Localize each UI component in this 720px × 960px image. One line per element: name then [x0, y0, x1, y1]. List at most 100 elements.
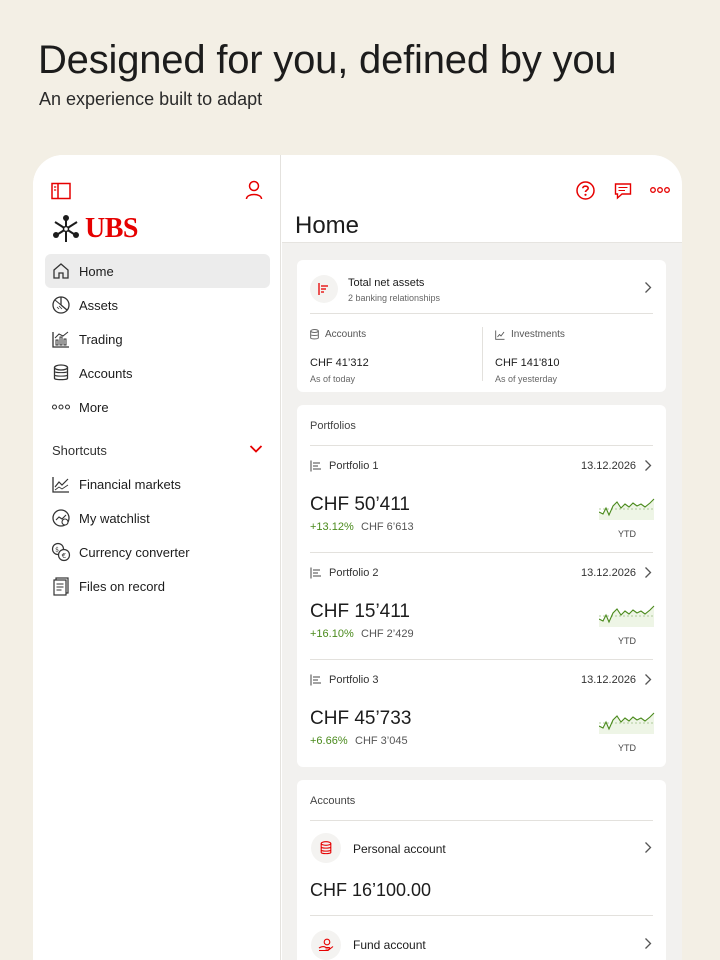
database-icon [310, 329, 319, 340]
svg-text:$: $ [55, 547, 59, 554]
chevron-right-icon[interactable] [644, 459, 652, 472]
shortcut-my-watchlist[interactable]: My watchlist [45, 501, 270, 535]
chevron-right-icon[interactable] [644, 673, 652, 686]
fund-icon [311, 930, 341, 960]
portfolio-performance-pct: +6.66% [310, 735, 348, 747]
shortcut-currency-converter[interactable]: € $ Currency converter [45, 535, 270, 569]
sidebar-item-assets[interactable]: Assets [45, 288, 270, 322]
divider [310, 820, 653, 821]
chevron-right-icon[interactable] [644, 566, 652, 579]
investments-as-of: As of yesterday [495, 374, 558, 384]
files-icon [53, 577, 69, 596]
shortcut-label: Files on record [79, 578, 165, 594]
tablet-frame: UBS Home Assets Trading Accounts More Sh… [33, 155, 682, 960]
help-icon[interactable] [576, 181, 595, 200]
sidebar-item-more[interactable]: More [45, 390, 270, 424]
portfolio-gain: CHF 6’613 [361, 521, 414, 533]
main-header: Home [282, 155, 682, 243]
currency-icon: €$ [51, 542, 71, 562]
accounts-label: Accounts [310, 329, 366, 340]
shortcut-files-on-record[interactable]: Files on record [45, 569, 270, 603]
ubs-logo: UBS [51, 213, 138, 245]
portfolio-name-text: Portfolio 2 [329, 567, 379, 579]
shortcuts-heading: Shortcuts [52, 443, 107, 458]
portfolio-amount: CHF 45’733 [310, 708, 412, 729]
divider [310, 313, 653, 314]
more-dots-icon [51, 404, 71, 410]
sidebar-toggle-icon[interactable] [51, 182, 71, 200]
chevron-right-icon[interactable] [644, 841, 652, 854]
sparkline-chart [599, 601, 655, 627]
accounts-label-text: Accounts [325, 329, 367, 340]
portfolio-gain: CHF 3’045 [355, 735, 408, 747]
portfolio-performance-pct: +16.10% [310, 628, 354, 640]
accounts-as-of: As of today [310, 374, 356, 384]
portfolios-card: Portfolios Portfolio 1 13.12.2026 CHF 50… [297, 405, 666, 767]
total-net-assets-card[interactable]: Total net assets 2 banking relationships… [297, 260, 666, 392]
portfolio-icon [310, 674, 321, 686]
portfolio-period: YTD [618, 529, 636, 539]
trading-chart-icon [52, 331, 69, 348]
database-icon [53, 364, 69, 381]
sidebar-item-label: Accounts [79, 365, 133, 381]
portfolio-name: Portfolio 2 [310, 567, 379, 579]
divider [310, 915, 653, 916]
sidebar-item-label: Trading [79, 331, 123, 347]
database-icon [311, 833, 341, 863]
sidebar-item-label: Home [79, 263, 114, 279]
sidebar: UBS Home Assets Trading Accounts More Sh… [33, 155, 281, 960]
portfolio-name-text: Portfolio 3 [329, 674, 379, 686]
vertical-divider [482, 327, 483, 381]
portfolio-period: YTD [618, 743, 636, 753]
banking-relationships-count: 2 banking relationships [348, 293, 441, 303]
total-net-assets-title: Total net assets [348, 277, 425, 289]
portfolio-icon [310, 460, 321, 472]
hero-title: Designed for you, defined by you [38, 38, 617, 82]
svg-text:€: € [62, 552, 66, 560]
account-balance: CHF 16’100.00 [310, 880, 432, 900]
shortcut-label: Financial markets [79, 476, 181, 492]
divider [310, 445, 653, 446]
portfolio-date: 13.12.2026 [581, 567, 637, 579]
watchlist-icon [52, 509, 70, 527]
net-assets-icon [310, 275, 338, 303]
portfolio-performance-pct: +13.12% [310, 521, 354, 533]
account-name: Personal account [353, 842, 446, 856]
portfolio-name: Portfolio 1 [310, 460, 379, 472]
accounts-amount: CHF 41’312 [310, 357, 369, 369]
sidebar-item-trading[interactable]: Trading [45, 322, 270, 356]
shortcut-financial-markets[interactable]: Financial markets [45, 467, 270, 501]
portfolio-period: YTD [618, 636, 636, 646]
investments-amount: CHF 141'810 [495, 357, 560, 369]
account-name: Fund account [353, 938, 426, 952]
portfolio-amount: CHF 15’411 [310, 601, 410, 622]
chevron-down-icon[interactable] [249, 444, 263, 454]
ubs-wordmark: UBS [85, 213, 138, 244]
main-content: Home Total net assets 2 banking relation… [282, 155, 682, 960]
chevron-right-icon[interactable] [644, 937, 652, 950]
portfolio-date: 13.12.2026 [581, 674, 637, 686]
sidebar-item-label: More [79, 399, 109, 415]
chevron-right-icon[interactable] [644, 281, 652, 294]
shortcut-label: My watchlist [79, 510, 150, 526]
portfolio-date: 13.12.2026 [581, 460, 637, 472]
investments-label-text: Investments [511, 329, 565, 340]
portfolio-amount: CHF 50’411 [310, 494, 410, 515]
sparkline-chart [599, 494, 655, 520]
divider [310, 552, 653, 553]
portfolios-heading: Portfolios [310, 420, 356, 432]
accounts-heading: Accounts [310, 795, 356, 807]
profile-icon[interactable] [245, 180, 263, 200]
investments-label: Investments [495, 329, 565, 340]
portfolio-name: Portfolio 3 [310, 674, 379, 686]
ubs-keys-icon [53, 215, 79, 242]
shortcut-label: Currency converter [79, 544, 190, 560]
portfolio-name-text: Portfolio 1 [329, 460, 379, 472]
sidebar-item-home[interactable]: Home [45, 254, 270, 288]
sidebar-item-accounts[interactable]: Accounts [45, 356, 270, 390]
more-icon[interactable] [650, 186, 670, 194]
home-icon [53, 263, 69, 279]
chat-icon[interactable] [614, 182, 632, 200]
accounts-card: Accounts Personal account CHF 16’100.00 … [297, 780, 666, 960]
line-chart-icon [52, 477, 69, 493]
